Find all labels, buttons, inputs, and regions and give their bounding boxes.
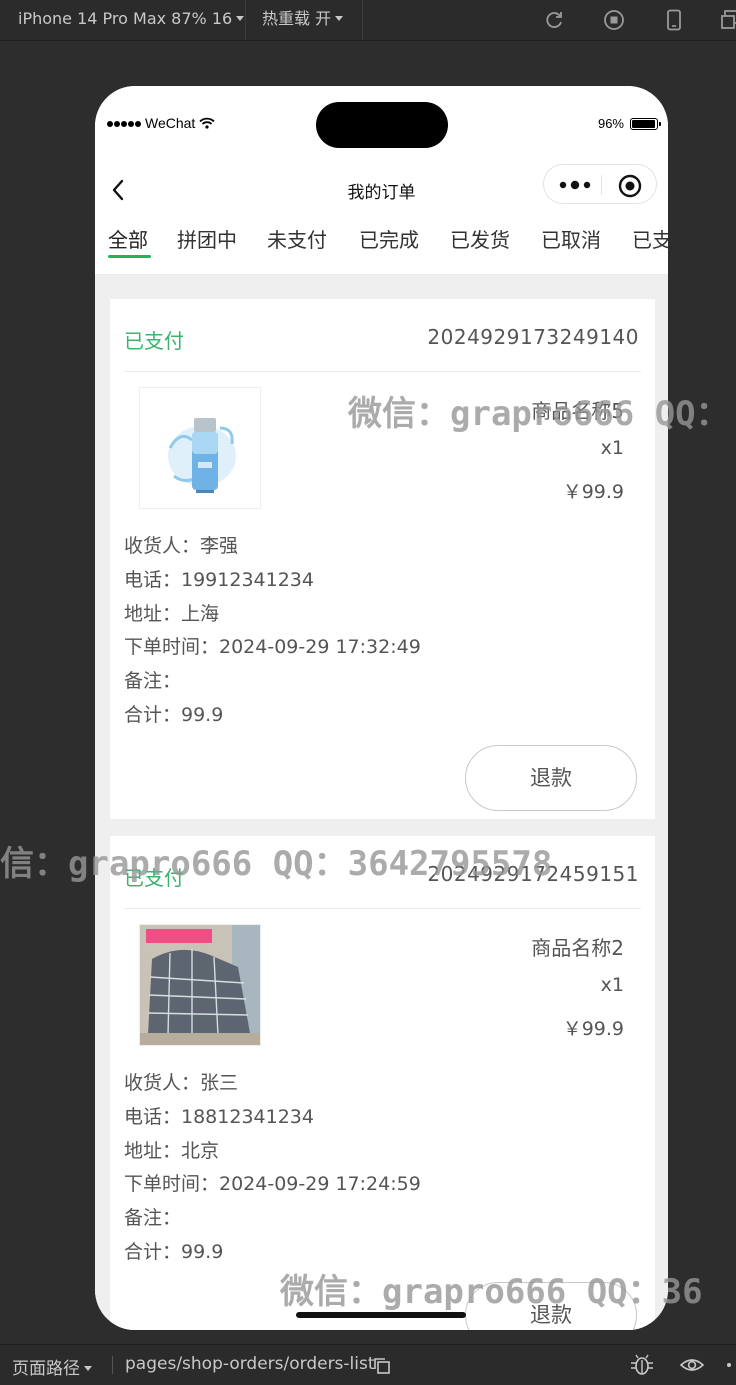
device-selector-label: iPhone 14 Pro Max 87% 16	[18, 9, 233, 28]
carrier-label: WeChat	[145, 115, 196, 131]
carrier-info: WeChat	[107, 114, 215, 131]
page-path-label: 页面路径	[12, 1359, 80, 1379]
order-total: 合计：99.9	[124, 1241, 224, 1263]
order-header: 已支付 2024929173249140	[124, 299, 641, 372]
hot-reload-label: 热重载 开	[262, 9, 332, 28]
page-path-selector[interactable]: 页面路径	[12, 1354, 92, 1379]
more-icon[interactable]	[558, 176, 592, 194]
product-price: ￥99.9	[562, 1018, 624, 1040]
receiver-phone: 电话：19912341234	[124, 569, 314, 591]
tab-paid[interactable]: 已支	[632, 224, 668, 253]
product-quantity: x1	[600, 437, 624, 459]
device-selector[interactable]: iPhone 14 Pro Max 87% 16	[18, 0, 245, 40]
battery-icon	[630, 118, 661, 130]
tab-all[interactable]: 全部	[108, 224, 148, 253]
tab-group-buying[interactable]: 拼团中	[177, 224, 237, 253]
receiver-address: 地址：北京	[124, 1140, 220, 1162]
devtools-toolbar: iPhone 14 Pro Max 87% 16 热重载 开	[0, 0, 736, 41]
chevron-down-icon	[84, 1366, 92, 1371]
phone-preview-icon[interactable]	[663, 9, 685, 31]
receiver-phone: 电话：18812341234	[124, 1106, 314, 1128]
product-name: 商品名称2	[531, 936, 624, 960]
debug-icon[interactable]	[630, 1354, 654, 1376]
order-time: 下单时间：2024-09-29 17:24:59	[124, 1173, 421, 1195]
more-options-icon[interactable]	[726, 1362, 732, 1368]
close-mini-program-icon[interactable]	[618, 174, 642, 198]
watermark-text: 微信：grapro666 QQ：	[348, 394, 730, 434]
battery-percent: 96%	[597, 116, 624, 131]
order-number: 2024929173249140	[427, 325, 639, 349]
tab-unpaid[interactable]: 未支付	[267, 224, 327, 253]
tab-completed[interactable]: 已完成	[359, 224, 419, 253]
devtools-status-bar: 页面路径 pages/shop-orders/orders-list	[0, 1344, 736, 1385]
product-image[interactable]	[139, 387, 261, 509]
product-image[interactable]	[139, 924, 261, 1046]
serum-bottle-image	[168, 418, 236, 493]
wifi-icon	[199, 117, 215, 129]
order-status: 已支付	[124, 329, 184, 353]
phone-simulator: WeChat 96% 我的订单 全部 拼团中 未支付 已完成 已发货 已取消 已…	[95, 86, 668, 1330]
battery-level	[632, 120, 655, 128]
status-bar: WeChat 96%	[95, 86, 668, 164]
receiver-name: 收货人：张三	[124, 1072, 239, 1094]
order-time: 下单时间：2024-09-29 17:32:49	[124, 636, 421, 658]
eye-icon[interactable]	[680, 1355, 704, 1375]
order-note: 备注：	[124, 670, 182, 692]
order-card: 已支付 2024929173249140 商品名称5 x1 ￥99.9 收货人：…	[110, 299, 655, 819]
receiver-name: 收货人：李强	[124, 535, 239, 557]
battery-info: 96%	[597, 116, 661, 131]
refresh-icon[interactable]	[543, 9, 565, 31]
receiver-address: 地址：上海	[124, 603, 220, 625]
plaid-pillow-image	[140, 925, 260, 1045]
watermark-text: 微信：grapro666 QQ：36	[280, 1272, 703, 1312]
tab-shipped[interactable]: 已发货	[450, 224, 510, 253]
watermark-text: 信：grapro666 QQ：3642795578	[0, 844, 553, 884]
copy-icon[interactable]	[373, 1357, 391, 1375]
tab-cancelled[interactable]: 已取消	[541, 224, 601, 253]
window-icon[interactable]	[720, 9, 736, 31]
product-price: ￥99.9	[562, 481, 624, 503]
order-total: 合计：99.9	[124, 704, 224, 726]
stop-icon[interactable]	[603, 9, 625, 31]
mini-program-capsule	[543, 164, 657, 204]
chevron-down-icon	[335, 16, 344, 21]
hot-reload-toggle[interactable]: 热重载 开	[262, 0, 344, 40]
page-path: pages/shop-orders/orders-list	[125, 1354, 375, 1374]
nav-bar: 我的订单	[95, 164, 668, 214]
signal-icon	[107, 114, 142, 130]
product-quantity: x1	[600, 974, 624, 996]
order-status-tabs: 全部 拼团中 未支付 已完成 已发货 已取消 已支	[95, 214, 668, 275]
dynamic-island	[316, 102, 448, 148]
active-tab-indicator	[108, 255, 151, 258]
chevron-down-icon	[236, 16, 245, 21]
refund-button[interactable]: 退款	[465, 745, 637, 811]
order-card: 已支付 2024929172459151 商品名称2 x1 ￥99.9 收货人：…	[110, 836, 655, 1330]
order-note: 备注：	[124, 1207, 182, 1229]
